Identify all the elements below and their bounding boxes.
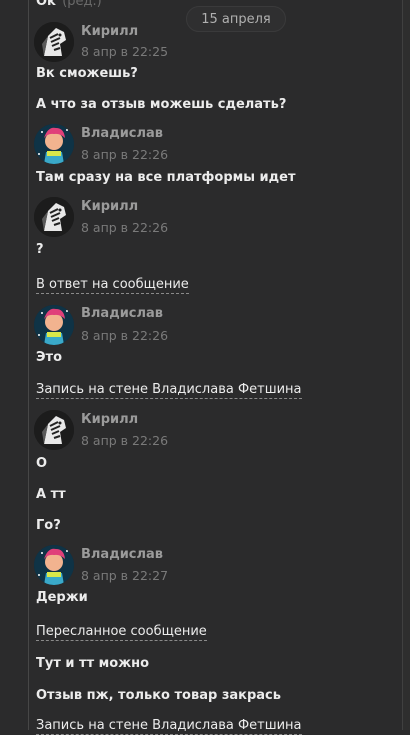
message-author[interactable]: Владислав [81,126,163,141]
conversation-thread-line [28,0,29,730]
horse-avatar-icon [34,22,74,62]
avatar-vladislav[interactable] [34,545,74,585]
wall-post-link[interactable]: Запись на стене Владислава Фетшина [36,718,302,735]
horse-avatar-icon [34,410,74,450]
edited-label: (ред.) [62,0,102,9]
scrollbar[interactable] [402,0,410,730]
avatar-kirill[interactable] [34,197,74,237]
avatar-kirill[interactable] [34,410,74,450]
avatar-vladislav[interactable] [34,124,74,164]
character-avatar-icon [34,305,74,345]
message-time[interactable]: 8 апр в 22:26 [81,328,168,343]
horse-avatar-icon [34,197,74,237]
avatar-vladislav[interactable] [34,305,74,345]
message-author[interactable]: Кирилл [81,199,138,214]
message-time[interactable]: 8 апр в 22:25 [81,44,168,59]
message-time[interactable]: 8 апр в 22:27 [81,568,168,583]
message-author[interactable]: Кирилл [81,412,138,427]
message-text: Тут и тт можно [36,656,150,671]
message-text: Отзыв пж, только товар закрась [36,688,281,703]
date-separator: 15 апреля [186,6,286,32]
message-time[interactable]: 8 апр в 22:26 [81,433,168,448]
message-author[interactable]: Кирилл [81,24,138,39]
message-text: Держи [36,590,88,605]
message-text: Го? [36,518,61,533]
avatar-kirill[interactable] [34,22,74,62]
message-text: Там сразу на все платформы идет [36,170,296,185]
wall-post-link[interactable]: Запись на стене Владислава Фетшина [36,382,302,399]
message-text: А тт [36,487,66,502]
reply-link[interactable]: В ответ на сообщение [36,277,189,294]
forwarded-message-link[interactable]: Пересланное сообщение [36,624,207,641]
top-message-text: Ok [36,0,56,9]
message-text: А что за отзыв можешь сделать? [36,97,287,112]
message-text: О [36,456,48,471]
message-time[interactable]: 8 апр в 22:26 [81,220,168,235]
character-avatar-icon [34,124,74,164]
top-message: Ok (ред.) [36,0,102,9]
message-time[interactable]: 8 апр в 22:26 [81,147,168,162]
message-author[interactable]: Владислав [81,547,163,562]
message-author[interactable]: Владислав [81,306,163,321]
message-text: ? [36,242,44,257]
character-avatar-icon [34,545,74,585]
message-text: Вк сможешь? [36,66,138,81]
message-text: Это [36,350,63,365]
